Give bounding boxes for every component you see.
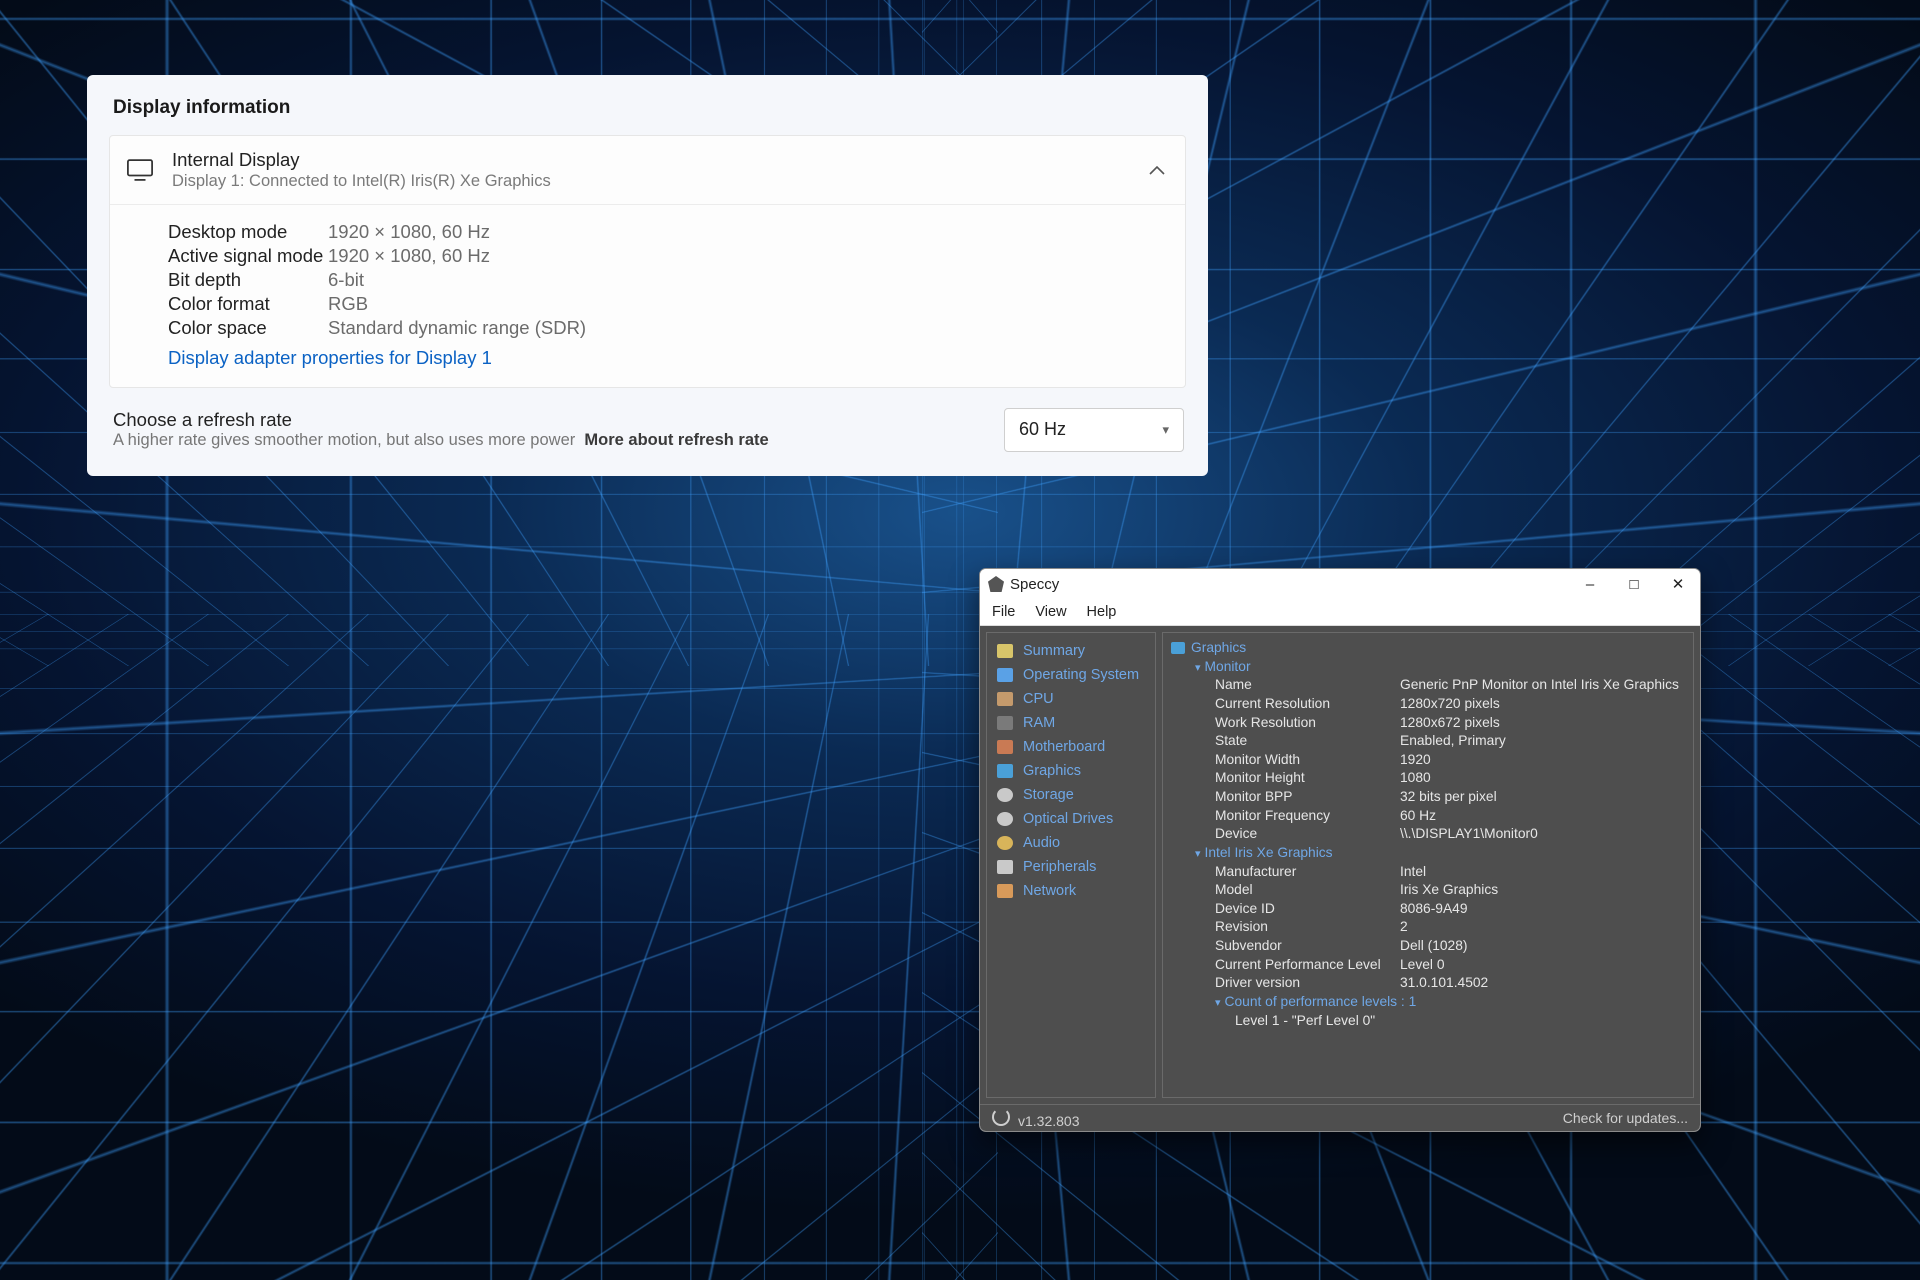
graphics-section-icon [1171, 642, 1185, 654]
sidebar-item-storage[interactable]: Storage [991, 783, 1151, 807]
os-icon [997, 668, 1013, 682]
display-subtitle: Display 1: Connected to Intel(R) Iris(R)… [172, 171, 1131, 192]
sidebar-item-network[interactable]: Network [991, 879, 1151, 903]
spinner-icon [992, 1108, 1010, 1126]
speccy-icon [988, 576, 1004, 592]
motherboard-icon [997, 740, 1013, 754]
optical-icon [997, 812, 1013, 826]
caret-down-icon: ▾ [1195, 848, 1201, 860]
monitor-node[interactable]: ▾Monitor [1195, 658, 1685, 677]
monitor-work-res: Work Resolution1280x672 pixels [1215, 714, 1685, 733]
prop-active-signal-mode: Active signal mode1920 × 1080, 60 Hz [168, 245, 1165, 267]
check-updates-link[interactable]: Check for updates... [1563, 1110, 1688, 1126]
monitor-freq: Monitor Frequency60 Hz [1215, 807, 1685, 826]
display-header[interactable]: Internal Display Display 1: Connected to… [110, 136, 1185, 205]
app-title: Speccy [1010, 576, 1568, 593]
menu-file[interactable]: File [992, 604, 1015, 620]
sidebar-item-peripherals[interactable]: Peripherals [991, 855, 1151, 879]
chevron-up-icon[interactable] [1149, 159, 1165, 181]
refresh-rate-value: 60 Hz [1019, 419, 1066, 440]
menubar: File View Help [980, 599, 1700, 626]
monitor-height: Monitor Height1080 [1215, 769, 1685, 788]
graphics-icon [997, 764, 1013, 778]
adapter-node[interactable]: ▾Intel Iris Xe Graphics [1195, 844, 1685, 863]
more-refresh-link[interactable]: More about refresh rate [584, 431, 768, 449]
version-label: v1.32.803 [1018, 1113, 1080, 1129]
ram-icon [997, 716, 1013, 730]
display-info-box: Internal Display Display 1: Connected to… [109, 135, 1186, 388]
storage-icon [997, 788, 1013, 802]
menu-help[interactable]: Help [1087, 604, 1117, 620]
chevron-down-icon: ▾ [1162, 422, 1169, 438]
speccy-sidebar: Summary Operating System CPU RAM Motherb… [986, 632, 1156, 1098]
monitor-bpp: Monitor BPP32 bits per pixel [1215, 788, 1685, 807]
monitor-name: NameGeneric PnP Monitor on Intel Iris Xe… [1215, 676, 1685, 695]
refresh-rate-subtitle: A higher rate gives smoother motion, but… [113, 431, 575, 449]
speccy-content[interactable]: Graphics ▾Monitor NameGeneric PnP Monito… [1162, 632, 1694, 1098]
perf-count-node[interactable]: ▾Count of performance levels : 1 [1215, 993, 1685, 1012]
sidebar-item-audio[interactable]: Audio [991, 831, 1151, 855]
perf-level-entry: Level 1 - "Perf Level 0" [1235, 1012, 1685, 1031]
prop-bit-depth: Bit depth6-bit [168, 269, 1165, 291]
peripherals-icon [997, 860, 1013, 874]
monitor-device: Device\\.\DISPLAY1\Monitor0 [1215, 825, 1685, 844]
maximize-button[interactable]: □ [1612, 569, 1656, 599]
display-adapter-link[interactable]: Display adapter properties for Display 1 [168, 347, 1165, 369]
caret-down-icon: ▾ [1195, 662, 1201, 674]
sidebar-item-ram[interactable]: RAM [991, 711, 1151, 735]
display-info-card: Display information Internal Display Dis… [87, 75, 1208, 476]
prop-desktop-mode: Desktop mode1920 × 1080, 60 Hz [168, 221, 1165, 243]
caret-down-icon: ▾ [1215, 997, 1221, 1009]
speccy-window: Speccy – □ ✕ File View Help Summary Oper… [979, 568, 1701, 1132]
statusbar: v1.32.803 Check for updates... [980, 1104, 1700, 1131]
summary-icon [997, 644, 1013, 658]
monitor-state: StateEnabled, Primary [1215, 732, 1685, 751]
adapter-subvendor: SubvendorDell (1028) [1215, 937, 1685, 956]
minimize-button[interactable]: – [1568, 569, 1612, 599]
titlebar[interactable]: Speccy – □ ✕ [980, 569, 1700, 599]
adapter-device-id: Device ID8086-9A49 [1215, 900, 1685, 919]
cpu-icon [997, 692, 1013, 706]
adapter-model: ModelIris Xe Graphics [1215, 881, 1685, 900]
adapter-perf-level: Current Performance LevelLevel 0 [1215, 956, 1685, 975]
sidebar-item-os[interactable]: Operating System [991, 663, 1151, 687]
refresh-rate-title: Choose a refresh rate [113, 409, 1004, 431]
monitor-width: Monitor Width1920 [1215, 751, 1685, 770]
prop-color-format: Color formatRGB [168, 293, 1165, 315]
display-properties: Desktop mode1920 × 1080, 60 Hz Active si… [110, 205, 1185, 387]
adapter-revision: Revision2 [1215, 918, 1685, 937]
refresh-rate-select[interactable]: 60 Hz ▾ [1004, 408, 1184, 452]
section-title: Display information [113, 97, 1186, 119]
display-title: Internal Display [172, 148, 1131, 171]
monitor-icon [126, 159, 154, 181]
sidebar-item-optical[interactable]: Optical Drives [991, 807, 1151, 831]
prop-color-space: Color spaceStandard dynamic range (SDR) [168, 317, 1165, 339]
graphics-section[interactable]: Graphics [1171, 639, 1685, 658]
sidebar-item-motherboard[interactable]: Motherboard [991, 735, 1151, 759]
adapter-driver-version: Driver version31.0.101.4502 [1215, 974, 1685, 993]
close-button[interactable]: ✕ [1656, 569, 1700, 599]
refresh-rate-row: Choose a refresh rate A higher rate give… [109, 408, 1186, 452]
menu-view[interactable]: View [1035, 604, 1066, 620]
adapter-manufacturer: ManufacturerIntel [1215, 863, 1685, 882]
monitor-current-res: Current Resolution1280x720 pixels [1215, 695, 1685, 714]
sidebar-item-cpu[interactable]: CPU [991, 687, 1151, 711]
sidebar-item-graphics[interactable]: Graphics [991, 759, 1151, 783]
audio-icon [997, 836, 1013, 850]
network-icon [997, 884, 1013, 898]
sidebar-item-summary[interactable]: Summary [991, 639, 1151, 663]
